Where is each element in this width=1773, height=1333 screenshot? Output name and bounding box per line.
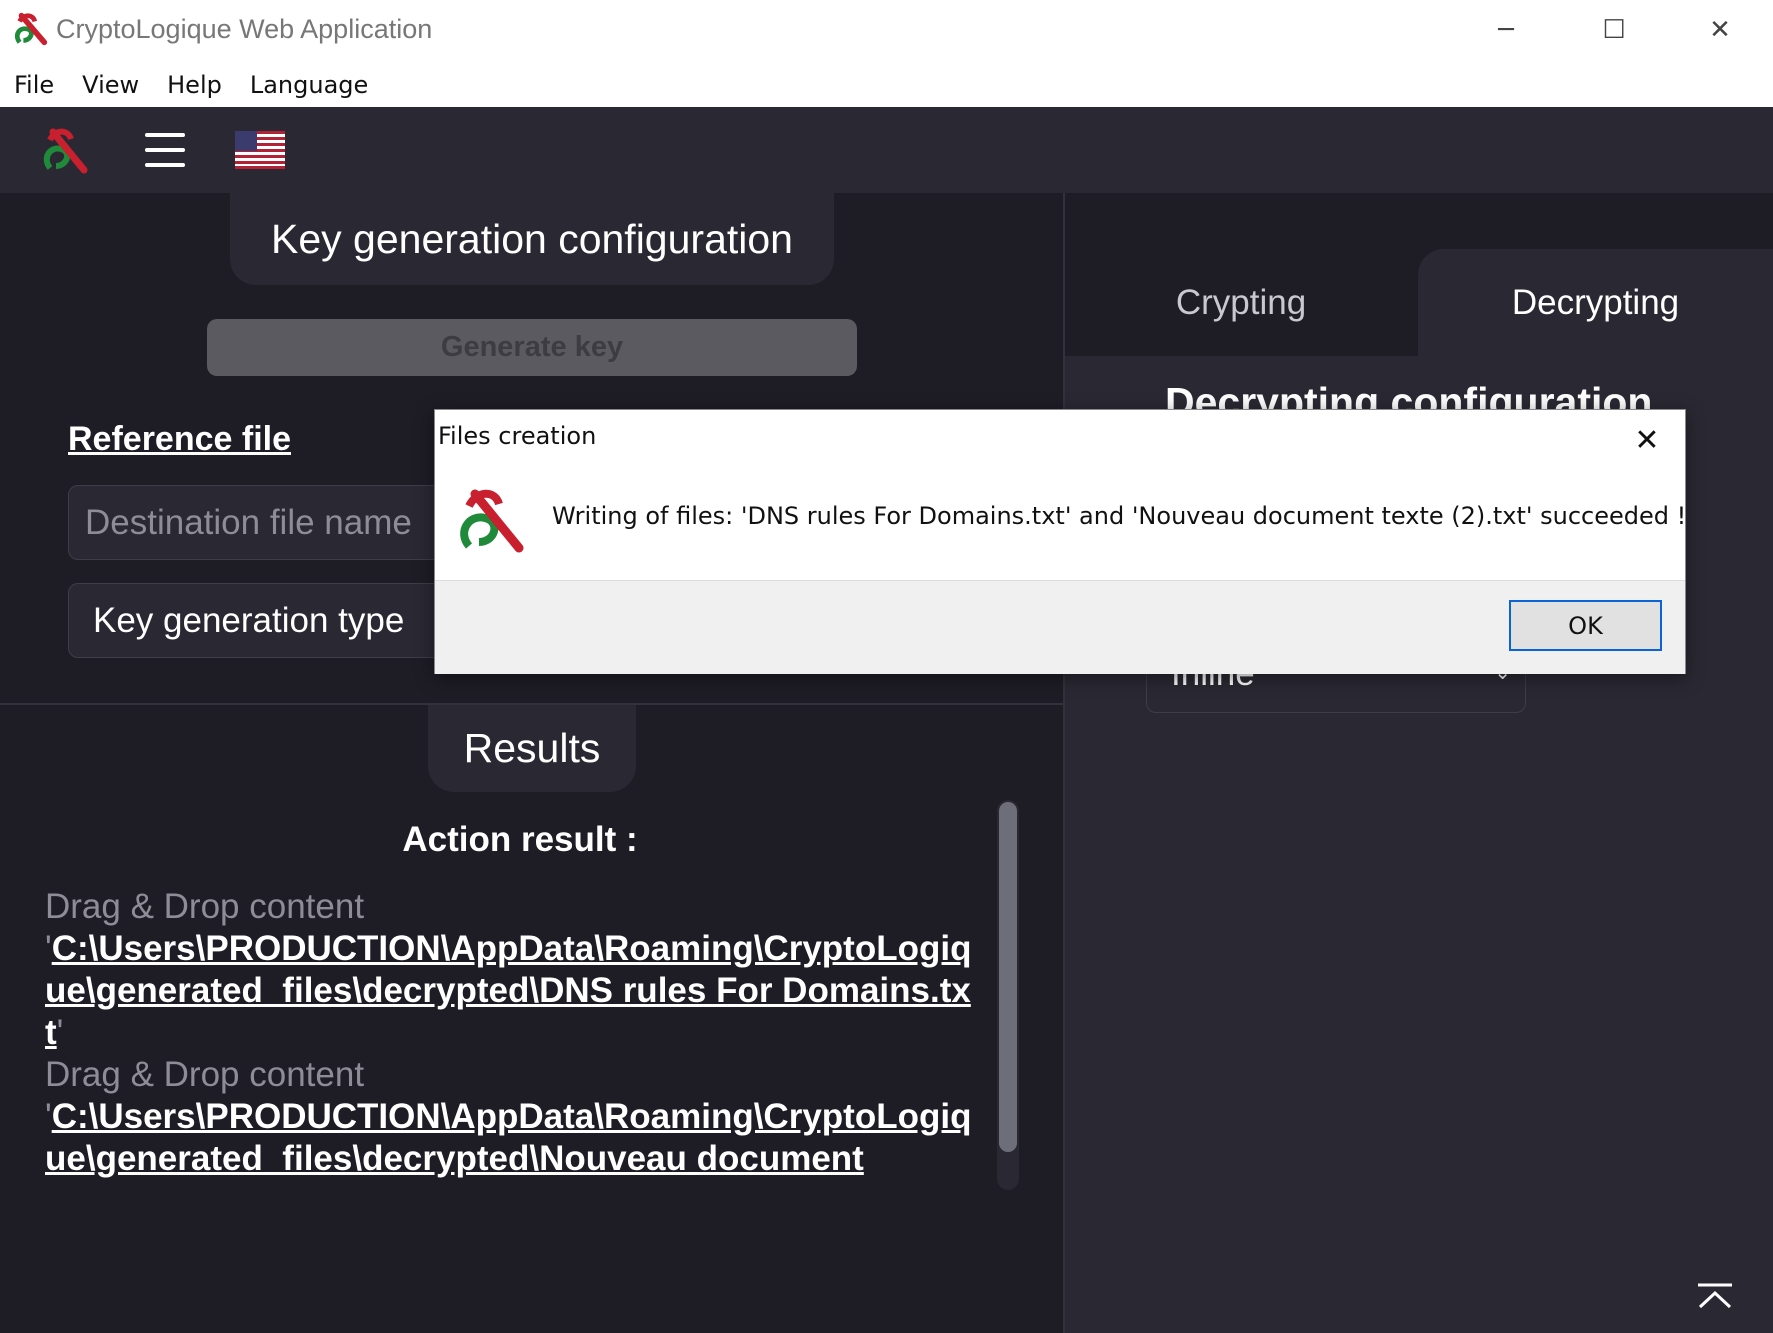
app-logo-icon — [14, 12, 48, 46]
dialog-close-button[interactable]: ✕ — [1627, 420, 1667, 460]
scroll-to-top-icon[interactable] — [1696, 1283, 1734, 1311]
dialog-title: Files creation — [438, 422, 597, 450]
quote-mark: ' — [45, 1097, 52, 1136]
maximize-button[interactable]: ☐ — [1584, 10, 1644, 50]
app-toolbar — [0, 107, 1773, 193]
files-creation-dialog: Files creation ✕ Writing of files: 'DNS … — [434, 409, 1686, 674]
result-entry: Drag & Drop content 'C:\Users\PRODUCTION… — [45, 886, 980, 1054]
result-label: Drag & Drop content — [45, 887, 365, 926]
result-entry: Drag & Drop content 'C:\Users\PRODUCTION… — [45, 1054, 980, 1180]
tab-crypting[interactable]: Crypting — [1065, 249, 1417, 356]
results-header: Results — [428, 705, 636, 792]
quote-mark: ' — [56, 1013, 64, 1052]
result-label: Drag & Drop content — [45, 1055, 365, 1094]
generate-key-button[interactable]: Generate key — [207, 319, 857, 376]
us-flag-icon[interactable] — [235, 131, 285, 169]
window-title: CryptoLogique Web Application — [56, 14, 433, 44]
menu-help[interactable]: Help — [167, 71, 222, 99]
close-window-button[interactable]: ✕ — [1690, 10, 1750, 50]
left-pane: Key generation configuration Generate ke… — [0, 193, 1063, 1333]
action-result-title: Action result : — [402, 820, 638, 859]
menu-language[interactable]: Language — [250, 71, 368, 99]
menu-bar: File View Help Language — [0, 62, 1773, 107]
dialog-footer: OK — [435, 580, 1685, 674]
minimize-button[interactable]: ─ — [1476, 10, 1536, 50]
reference-file-link[interactable]: Reference file — [68, 420, 291, 459]
cryptologique-logo-icon[interactable] — [40, 124, 92, 176]
right-pane: Crypting Decrypting Decrypting configura… — [1065, 193, 1773, 1333]
menu-file[interactable]: File — [14, 71, 54, 99]
ok-button[interactable]: OK — [1509, 600, 1662, 651]
dialog-message: Writing of files: 'DNS rules For Domains… — [552, 502, 1687, 530]
results-scrollbar-thumb[interactable] — [999, 802, 1017, 1152]
result-path-link[interactable]: C:\Users\PRODUCTION\AppData\Roaming\Cryp… — [45, 1097, 971, 1178]
tab-decrypting[interactable]: Decrypting — [1418, 249, 1773, 356]
dialog-logo-icon — [460, 489, 524, 553]
quote-mark: ' — [45, 929, 52, 968]
result-path-link[interactable]: C:\Users\PRODUCTION\AppData\Roaming\Cryp… — [45, 929, 971, 1052]
menu-view[interactable]: View — [82, 71, 139, 99]
window-titlebar: CryptoLogique Web Application ─ ☐ ✕ — [0, 0, 1773, 62]
hamburger-menu-icon[interactable] — [145, 133, 185, 167]
key-config-header: Key generation configuration — [230, 193, 834, 285]
